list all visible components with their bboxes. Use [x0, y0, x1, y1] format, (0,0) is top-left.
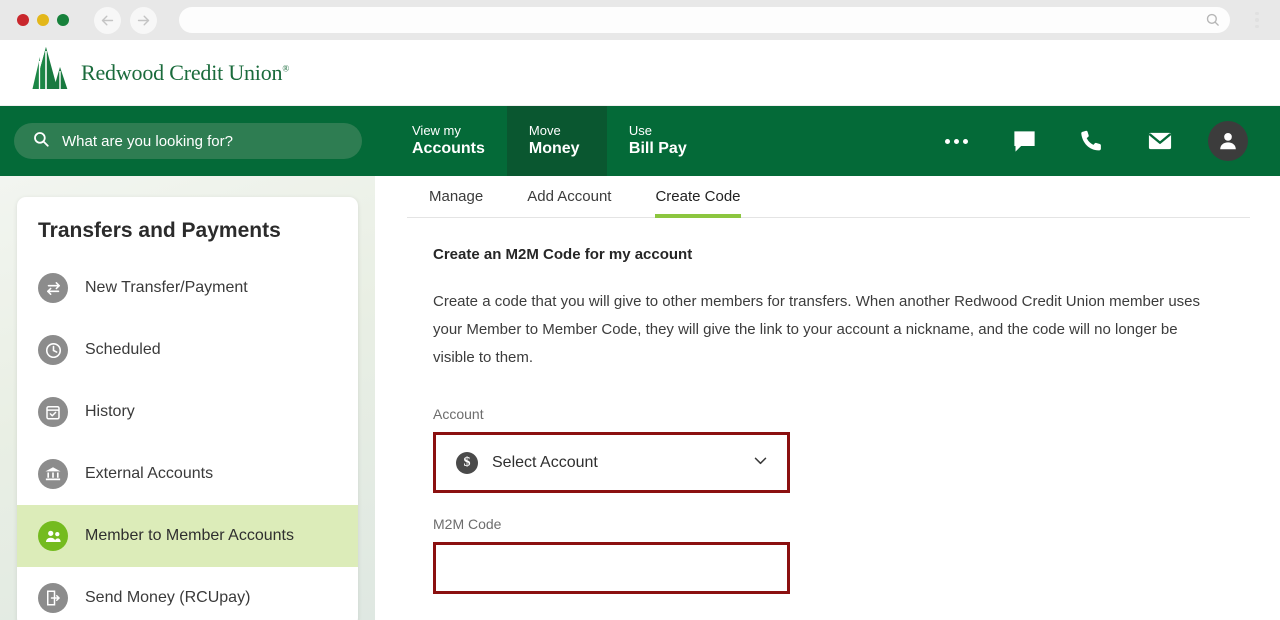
trademark-symbol: ® [282, 63, 289, 74]
nav-item-eyebrow: Use [628, 122, 653, 138]
account-select-highlight: $ Select Account [433, 432, 790, 493]
description-text: Create a code that you will give to othe… [433, 293, 1201, 366]
nav-item-eyebrow: Move [528, 122, 561, 138]
account-select-value: Select Account [492, 453, 598, 471]
bank-building-icon [38, 459, 68, 489]
search-icon[interactable] [1205, 12, 1220, 32]
nav-item-view-my-accounts[interactable]: View my Accounts [390, 106, 507, 176]
primary-navigation: What are you looking for? View my Accoun… [0, 106, 1280, 176]
minimize-window-button[interactable] [37, 14, 49, 26]
tab-add-account[interactable]: Add Account [505, 176, 633, 217]
sidebar-item-new-transfer-payment[interactable]: New Transfer/Payment [17, 257, 358, 319]
dollar-circle-icon: $ [456, 451, 478, 474]
redwood-tree-logo [30, 45, 70, 100]
browser-navigation[interactable] [94, 6, 157, 34]
main-content: Manage Add Account Create Code Create an… [375, 176, 1280, 620]
site-search-input[interactable]: What are you looking for? [14, 123, 362, 159]
nav-item-label: Accounts [412, 140, 485, 158]
page-body: Transfers and Payments New Transfer/Paym… [0, 176, 1280, 620]
sidebar-item-label: Scheduled [85, 341, 161, 358]
tab-manage[interactable]: Manage [407, 176, 505, 217]
sidebar: Transfers and Payments New Transfer/Paym… [0, 176, 375, 620]
phone-icon[interactable] [1058, 106, 1126, 176]
nav-item-label: Bill Pay [628, 140, 687, 158]
forward-arrow-icon[interactable] [130, 6, 157, 34]
sidebar-item-external-accounts[interactable]: External Accounts [17, 443, 358, 505]
sidebar-item-label: Member to Member Accounts [85, 527, 294, 544]
tab-label: Manage [429, 188, 484, 205]
nav-item-label: Money [528, 140, 580, 158]
chevron-down-icon[interactable] [752, 452, 769, 474]
clock-icon [38, 335, 68, 365]
brand-header: Redwood Credit Union® [0, 40, 1280, 106]
tab-create-code[interactable]: Create Code [633, 176, 762, 218]
sidebar-item-scheduled[interactable]: Scheduled [17, 319, 358, 381]
chat-bubble-icon[interactable] [990, 106, 1058, 176]
window-controls[interactable] [12, 14, 69, 26]
brand-logo-link[interactable]: Redwood Credit Union® [30, 45, 289, 100]
calendar-check-icon [38, 397, 68, 427]
nav-item-use-bill-pay[interactable]: Use Bill Pay [607, 106, 709, 176]
maximize-window-button[interactable] [57, 14, 69, 26]
nav-item-eyebrow: View my [412, 122, 461, 138]
avatar [1208, 121, 1248, 161]
more-options-icon[interactable] [922, 106, 990, 176]
sidebar-item-label: External Accounts [85, 465, 214, 482]
address-bar[interactable] [179, 7, 1230, 33]
tab-label: Add Account [527, 188, 612, 205]
brand-name: Redwood Credit Union® [81, 59, 289, 85]
kebab-menu-icon[interactable] [1246, 6, 1268, 34]
sidebar-item-member-to-member-accounts[interactable]: Member to Member Accounts [17, 505, 358, 567]
page-title: Create an M2M Code for my account [433, 246, 693, 263]
back-arrow-icon[interactable] [94, 6, 121, 34]
sidebar-item-label: Send Money (RCUpay) [85, 589, 251, 606]
browser-chrome [0, 0, 1280, 40]
account-field-label: Account [433, 406, 484, 422]
search-placeholder: What are you looking for? [62, 132, 233, 150]
nav-items: View my Accounts Move Money Use Bill Pay [390, 106, 709, 176]
search-icon [32, 130, 50, 153]
two-people-icon [38, 521, 68, 551]
nav-item-move-money[interactable]: Move Money [506, 106, 607, 176]
sidebar-item-history[interactable]: History [17, 381, 358, 443]
tab-bar: Manage Add Account Create Code [407, 176, 1250, 218]
send-money-icon [38, 583, 68, 613]
transfer-arrows-icon [38, 273, 68, 303]
sidebar-title: Transfers and Payments [38, 219, 281, 242]
tab-label: Create Code [655, 188, 741, 205]
sidebar-item-label: History [85, 403, 135, 420]
account-field-group: Account $ Select Account [433, 406, 1250, 493]
envelope-icon[interactable] [1126, 106, 1194, 176]
sidebar-card: Transfers and Payments New Transfer/Paym… [17, 197, 358, 620]
account-select[interactable]: $ Select Account [436, 435, 787, 490]
m2m-code-input[interactable] [436, 545, 787, 591]
m2m-code-field-group: M2M Code [433, 516, 1250, 594]
user-avatar-icon[interactable] [1194, 106, 1262, 176]
m2m-code-field-label: M2M Code [433, 516, 502, 532]
create-code-panel: Create an M2M Code for my account Create… [407, 218, 1250, 594]
m2m-code-highlight [433, 542, 790, 594]
nav-utility-icons [922, 106, 1280, 176]
sidebar-item-label: New Transfer/Payment [85, 279, 248, 296]
sidebar-item-send-money-rcupay[interactable]: Send Money (RCUpay) [17, 567, 358, 620]
close-window-button[interactable] [17, 14, 29, 26]
